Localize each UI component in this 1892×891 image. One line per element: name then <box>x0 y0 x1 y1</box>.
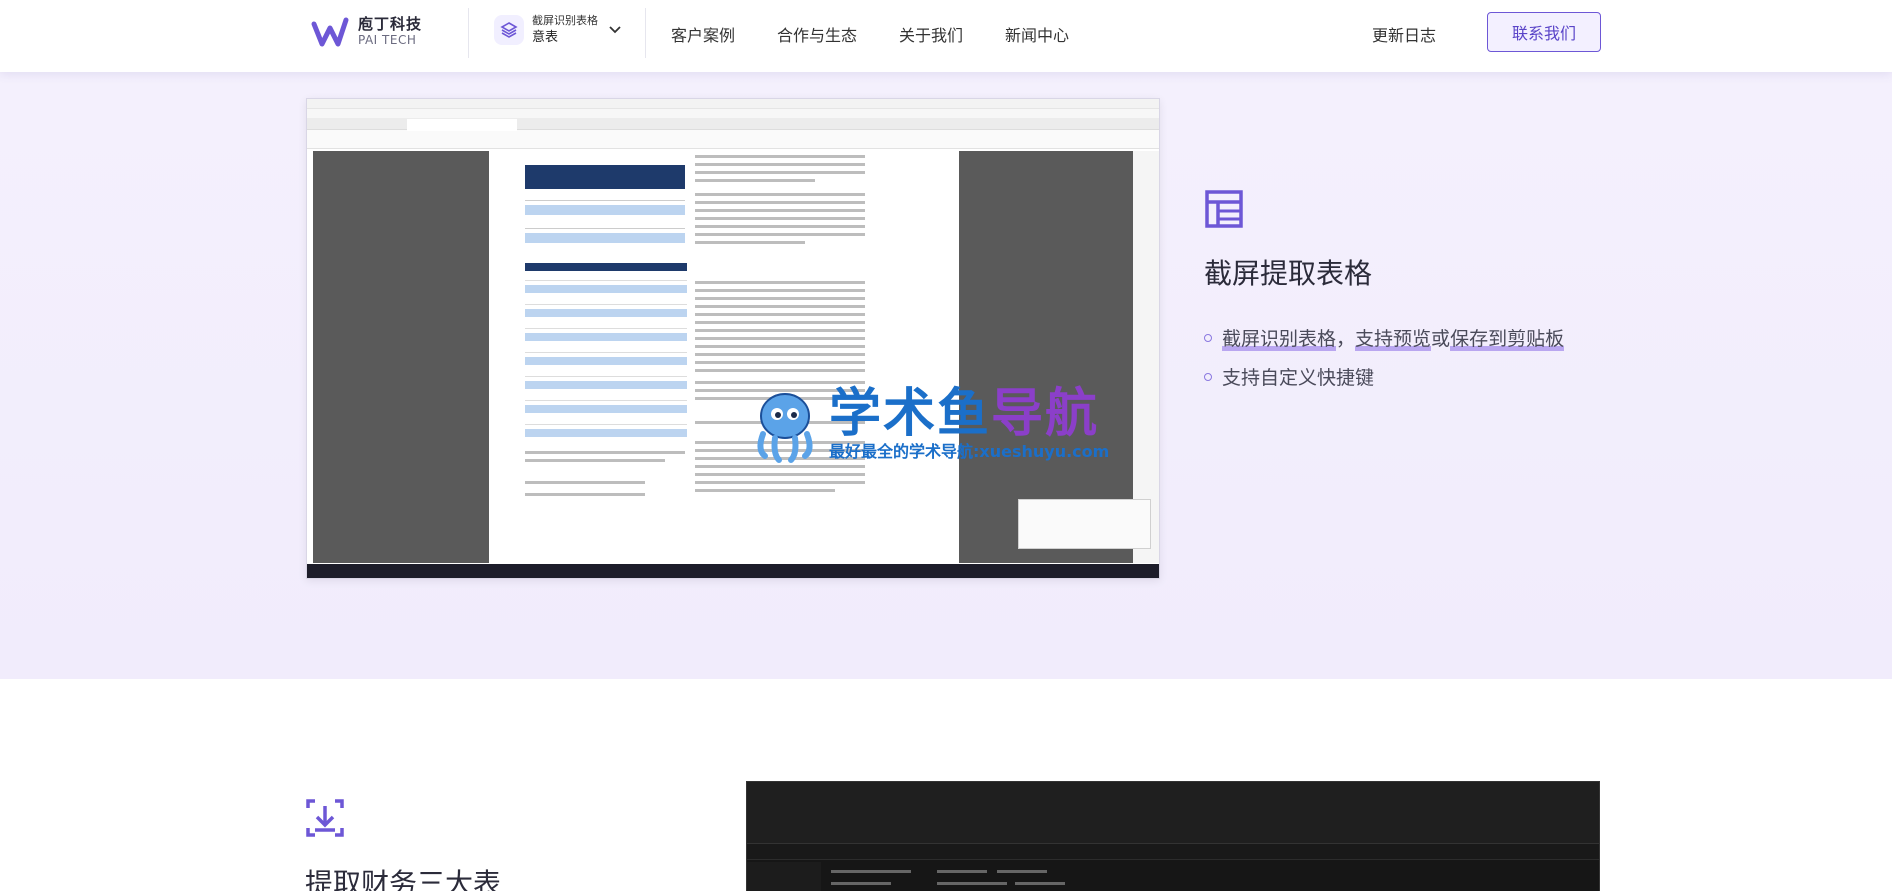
contact-button[interactable]: 联系我们 <box>1487 12 1601 52</box>
product-subtitle: 意表 <box>532 29 559 45</box>
chevron-down-icon[interactable] <box>608 25 622 35</box>
logo-name-cn: 庖丁科技 <box>358 15 423 34</box>
nav-item-partners[interactable]: 合作与生态 <box>777 22 857 46</box>
download-box-icon <box>306 799 344 837</box>
feature-bullet: 支持自定义快捷键 <box>1204 363 1564 390</box>
watermark-title-a: 学术鱼 <box>829 384 992 444</box>
watermark: 学术鱼导航 最好最全的学术导航:xueshuyu.com <box>745 384 1109 464</box>
product-switcher[interactable]: 截屏识别表格 意表 <box>494 14 622 46</box>
nav-item-cases[interactable]: 客户案例 <box>671 22 735 46</box>
watermark-title-b: 导航 <box>991 384 1100 444</box>
pdf-viewer-screenshot <box>306 98 1160 579</box>
bullet-dot-icon <box>1204 333 1212 342</box>
nav-item-about[interactable]: 关于我们 <box>899 22 963 46</box>
logo-icon <box>311 17 349 47</box>
bullet-text: ， <box>1336 328 1356 350</box>
octopus-mascot-icon <box>757 393 813 463</box>
bullet-text: 或 <box>1431 328 1451 350</box>
file-explorer-screenshot <box>746 781 1600 891</box>
taskbar <box>307 564 1159 578</box>
main-nav: 客户案例 合作与生态 关于我们 新闻中心 <box>671 22 1111 46</box>
bullet-text: 支持自定义快捷键 <box>1222 367 1375 389</box>
table-icon <box>1205 190 1243 228</box>
nav-item-news[interactable]: 新闻中心 <box>1005 22 1069 46</box>
feature-bullets: 截屏识别表格，支持预览或保存到剪贴板 支持自定义快捷键 <box>1204 324 1565 402</box>
feature2-title: 提取财务三大表 <box>305 867 502 891</box>
feature-bullet: 截屏识别表格，支持预览或保存到剪贴板 <box>1204 324 1565 351</box>
product-name: 截屏识别表格 <box>532 14 598 27</box>
bullet-dot-icon <box>1204 372 1212 381</box>
header-divider <box>645 8 646 58</box>
bullet-text-highlight: 保存到剪贴板 <box>1450 324 1565 351</box>
logo-name-en: PAI TECH <box>358 32 417 47</box>
watermark-subtitle: 最好最全的学术导航:xueshuyu.com <box>829 442 1110 461</box>
feature-section-table: 学术鱼导航 最好最全的学术导航:xueshuyu.com 截屏提取表格 截屏识别… <box>0 72 1892 679</box>
layers-icon <box>494 15 524 46</box>
bullet-text-highlight: 支持预览 <box>1355 324 1432 351</box>
bullet-text-highlight: 截屏识别表格 <box>1222 324 1337 351</box>
site-header: 庖丁科技 PAI TECH 截屏识别表格 意表 客户案例 合作与生态 关于我们 … <box>0 0 1892 72</box>
logo[interactable]: 庖丁科技 PAI TECH <box>310 14 422 50</box>
header-divider <box>468 8 469 58</box>
feature-title: 截屏提取表格 <box>1204 257 1373 290</box>
notification-popup <box>1018 499 1151 549</box>
update-log-link[interactable]: 更新日志 <box>1372 22 1436 46</box>
